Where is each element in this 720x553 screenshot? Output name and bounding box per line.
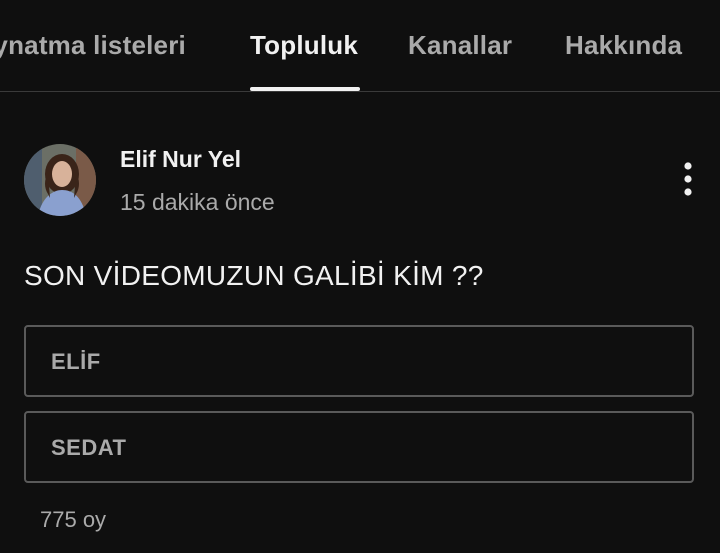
poll-option-1[interactable]: ELİF — [24, 325, 694, 397]
poll-option-2[interactable]: SEDAT — [24, 411, 694, 483]
avatar-photo — [24, 144, 96, 216]
avatar[interactable] — [24, 144, 96, 216]
post-text: SON VİDEOMUZUN GALİBİ KİM ?? — [24, 260, 484, 291]
channel-tabs: Oynatma listeleri Topluluk Kanallar Hakk… — [0, 0, 720, 92]
more-vert-icon — [684, 162, 692, 196]
tab-channels[interactable]: Kanallar — [408, 30, 512, 61]
poll-vote-count: 775 oy — [40, 507, 107, 532]
post-timestamp: 15 dakika önce — [120, 189, 275, 215]
tab-community[interactable]: Topluluk — [250, 30, 358, 61]
tab-playlists[interactable]: Oynatma listeleri — [0, 30, 186, 61]
tab-about[interactable]: Hakkında — [565, 30, 682, 61]
poll-option-label: ELİF — [51, 349, 101, 374]
active-tab-indicator — [250, 87, 360, 91]
poll-option-label: SEDAT — [51, 435, 127, 460]
post-author[interactable]: Elif Nur Yel — [120, 146, 241, 173]
post-menu-button[interactable] — [670, 158, 706, 202]
